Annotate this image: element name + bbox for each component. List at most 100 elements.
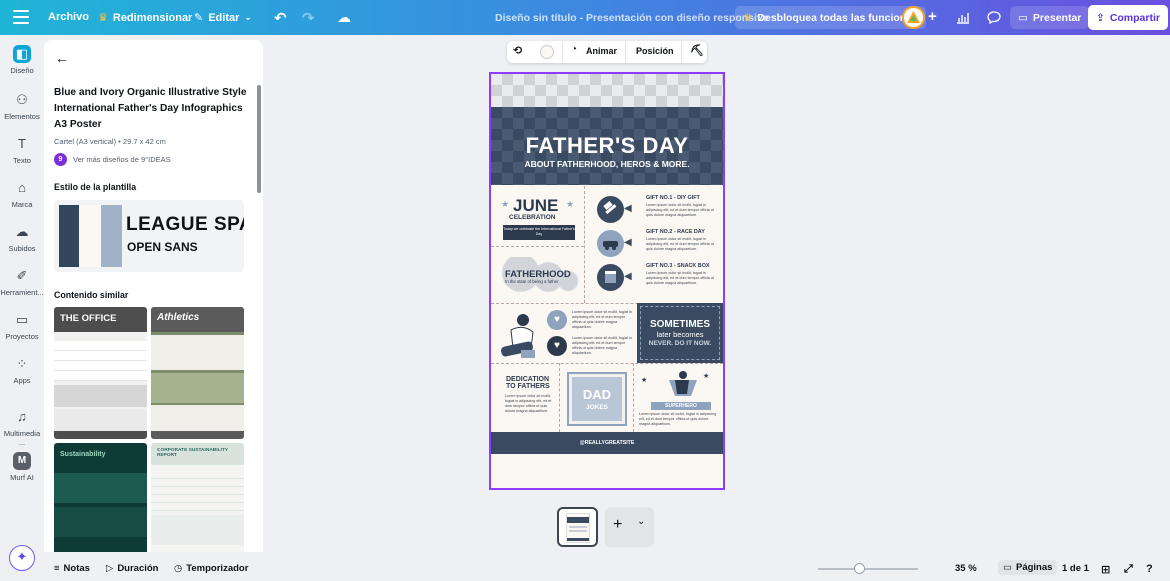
celebration-label[interactable]: CELEBRATION <box>509 214 555 221</box>
gift-description[interactable]: Lorem ipsum dolor sit mollit, fugiat in … <box>646 237 714 252</box>
poster-header[interactable]: FATHER'S DAY ABOUT FATHERHOOD, HEROS & M… <box>491 107 723 185</box>
design-canvas[interactable]: FATHER'S DAY ABOUT FATHERHOOD, HEROS & M… <box>489 72 725 490</box>
rail-item-elements[interactable]: ⚇ Elementos <box>0 91 44 121</box>
animate-icon[interactable]: ◔ <box>571 44 577 55</box>
avatar[interactable] <box>902 6 925 29</box>
redo-icon[interactable]: ↷ <box>302 9 315 27</box>
color-swatch <box>101 205 122 267</box>
document-title-text: Diseño sin título - Presentación con dis… <box>495 12 769 24</box>
template-style-card[interactable]: LEAGUE SPA OPEN SANS <box>54 200 244 272</box>
poster-subtitle[interactable]: ABOUT FATHERHOOD, HEROS & MORE. <box>491 159 723 169</box>
pages-button[interactable]: ▭ Páginas <box>998 560 1058 575</box>
rail-label: Herramient... <box>0 288 44 297</box>
superhero-text[interactable]: Lorem ipsum dolor sit mollit, fugiat in … <box>639 412 719 427</box>
notes-button[interactable]: ≡ Notas <box>54 563 90 574</box>
dedication-heading[interactable]: DEDICATION TO FATHERS <box>506 376 556 390</box>
thumb-title: Sustainability <box>60 451 106 458</box>
dad-jokes-box[interactable]: DAD JOKES <box>567 372 627 426</box>
timer-button[interactable]: ◷ Temporizador <box>174 563 248 574</box>
add-people-icon[interactable]: + <box>928 8 937 25</box>
paint-roller-icon[interactable]: ⛏ <box>690 44 704 57</box>
add-page-button[interactable]: + ⌄ <box>605 507 654 547</box>
back-arrow-icon[interactable]: ← <box>55 50 69 66</box>
rail-item-design[interactable]: ◧ Diseño <box>0 45 44 75</box>
cloud-saved-icon[interactable]: ☁ <box>337 9 351 26</box>
ribbon-banner[interactable]: Today we celebrate the International Fat… <box>503 225 575 240</box>
rail-item-text[interactable]: T Texto <box>0 135 44 165</box>
similar-template-thumb[interactable]: THE OFFICE <box>54 307 147 439</box>
edit-menu[interactable]: ✎ Editar ⌄ <box>194 11 252 25</box>
rail-item-projects[interactable]: ▭ Proyectos <box>0 311 44 341</box>
gift-description[interactable]: Lorem ipsum dolor sit mollit, fugiat in … <box>646 203 714 218</box>
chevron-down-icon[interactable]: ⌄ <box>637 516 645 527</box>
rail-item-tools[interactable]: ✐ Herramient... <box>0 267 44 297</box>
share-button[interactable]: ⇪ Compartir <box>1088 5 1168 30</box>
page-indicator[interactable]: 1 de 1 <box>1062 563 1089 574</box>
superhero-illustration <box>669 371 697 396</box>
similar-template-thumb[interactable]: Sustainability <box>54 443 147 552</box>
rail-label: Diseño <box>10 66 34 75</box>
rail-item-brand[interactable]: ⌂ Marca <box>0 179 44 209</box>
quote-line-1[interactable]: SOMETIMES <box>637 319 723 330</box>
panel-scrollbar[interactable] <box>257 85 261 193</box>
present-button[interactable]: ▭ Presentar <box>1010 6 1090 29</box>
similar-template-thumb[interactable]: CORPORATE SUSTAINABILITY REPORT <box>151 443 244 552</box>
refresh-icon[interactable]: ⟲ <box>513 44 522 57</box>
resize-button[interactable]: ♛ Redimensionar <box>98 11 193 25</box>
rail-label: Subidos <box>8 244 36 253</box>
rail-item-uploads[interactable]: ☁ Subidos <box>0 223 44 253</box>
transparent-area <box>491 74 723 107</box>
dedication-text[interactable]: Lorem ipsum dolor sit mollit, fugiat in … <box>505 394 557 414</box>
help-icon[interactable]: ? <box>1146 563 1153 575</box>
quote-box[interactable]: SOMETIMES later becomes NEVER. DO IT NOW… <box>637 303 723 363</box>
page-thumbnail[interactable] <box>557 507 598 547</box>
comment-icon[interactable] <box>982 6 1006 29</box>
father-illustration <box>501 314 535 358</box>
superhero-label[interactable]: SUPERHERO <box>651 402 711 410</box>
quote-line-2[interactable]: later becomes <box>637 330 723 339</box>
dad-label[interactable]: DAD <box>572 387 622 402</box>
gift-description[interactable]: Lorem ipsum dolor sit mollit, fugiat in … <box>646 271 714 286</box>
poster-footer[interactable]: @REALLYGREATSITE <box>491 432 723 454</box>
stats-icon[interactable] <box>951 6 975 29</box>
zoom-level[interactable]: 35 % <box>955 563 977 574</box>
rail-item-apps[interactable]: ⁘ Apps <box>0 355 44 385</box>
undo-icon[interactable]: ↶ <box>274 9 287 27</box>
poster-title[interactable]: FATHER'S DAY <box>491 133 723 159</box>
gift-title[interactable]: GIFT NO.1 - DIY GIFT <box>646 195 700 201</box>
footer-website[interactable]: @REALLYGREATSITE <box>580 440 635 446</box>
magic-assistant-icon[interactable]: ✦ <box>9 545 35 571</box>
resize-label: Redimensionar <box>112 11 193 24</box>
car-icon <box>597 230 624 257</box>
animate-button[interactable]: Animar <box>586 46 617 56</box>
duration-button[interactable]: ▷ Duración <box>106 563 159 574</box>
jokes-label[interactable]: JOKES <box>572 404 622 411</box>
left-rail: ◧ Diseño ⚇ Elementos T Texto ⌂ Marca ☁ Subido… <box>0 35 44 581</box>
notes-label: Notas <box>63 563 90 574</box>
file-menu[interactable]: Archivo <box>48 11 89 23</box>
position-button[interactable]: Posición <box>636 46 674 56</box>
color-picker[interactable] <box>540 45 554 59</box>
divider <box>625 42 626 62</box>
color-swatch <box>59 205 79 267</box>
timer-label: Temporizador <box>186 563 249 574</box>
june-heading[interactable]: JUNE <box>513 196 558 216</box>
grid-view-icon[interactable]: ⊞ <box>1101 563 1110 576</box>
heart-description[interactable]: Lorem ipsum dolor sit mollit, fugiat in … <box>572 310 634 330</box>
quote-line-3[interactable]: NEVER. DO IT NOW. <box>637 340 723 347</box>
heart-description[interactable]: Lorem ipsum dolor sit mollit, fugiat in … <box>572 336 634 356</box>
document-title[interactable]: Diseño sin título - Presentación con dis… <box>495 12 769 24</box>
gift-title[interactable]: GIFT NO.2 - RACE DAY <box>646 229 705 235</box>
zoom-slider[interactable] <box>818 563 918 574</box>
gift-title[interactable]: GIFT NO.3 - SNACK BOX <box>646 263 710 269</box>
arrow-left-icon: ◀ <box>624 237 632 248</box>
hamburger-icon[interactable] <box>13 10 29 24</box>
zoom-slider-knob[interactable] <box>854 563 865 574</box>
fullscreen-icon[interactable]: ⤢ <box>1124 563 1133 576</box>
creator-link[interactable]: 9 Ver más diseños de 9°IDEAS <box>54 153 171 166</box>
rail-item-murf[interactable]: M Murf AI <box>0 452 44 482</box>
rail-item-media[interactable]: ♫ Multimedia ... <box>0 408 44 447</box>
fatherhood-subtitle[interactable]: In the state of being a father <box>505 279 559 284</box>
similar-template-thumb[interactable]: Athletics <box>151 307 244 439</box>
unlock-features-button[interactable]: ♛ Desbloquea todas las funciones <box>735 6 926 29</box>
